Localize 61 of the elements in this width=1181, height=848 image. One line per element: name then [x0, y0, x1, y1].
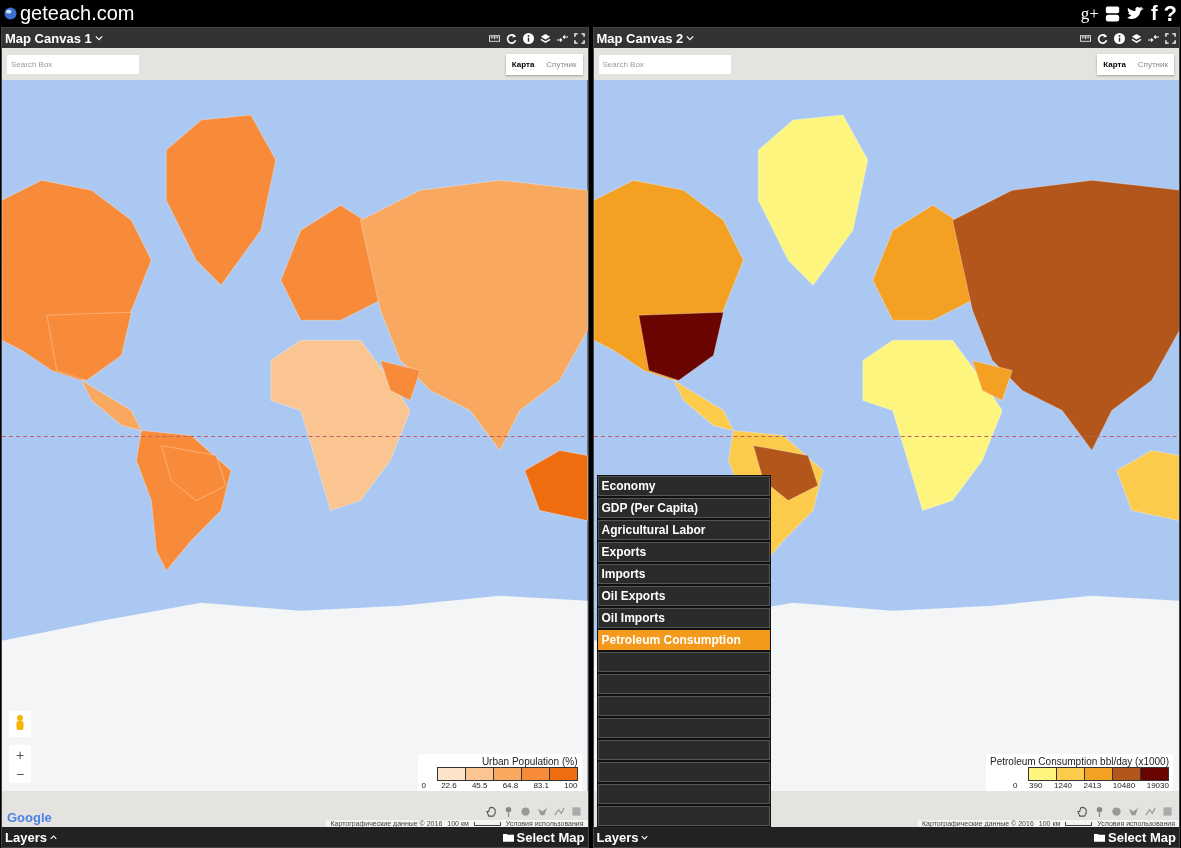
legend-tick-label: 83.1 [533, 781, 549, 790]
legend-tick-label: 0 [421, 781, 426, 790]
compare-arrows-icon[interactable] [556, 32, 568, 44]
map-type-tab[interactable]: Спутник [540, 53, 583, 75]
globe-icon [4, 7, 17, 20]
help-link[interactable]: ? [1163, 0, 1177, 27]
folder-icon [502, 832, 514, 842]
legend-tick-label: 0 [1013, 781, 1018, 790]
map-type-tab[interactable]: Карта [505, 53, 541, 75]
legend-tick-label: 2413 [1083, 781, 1102, 790]
fullscreen-icon[interactable] [1165, 32, 1176, 44]
legend-tick-label: 64.8 [502, 781, 519, 790]
bird-icon[interactable] [1125, 6, 1145, 21]
map-type-tab[interactable]: Карта [1097, 53, 1132, 75]
legend-title: Urban Population (%) [481, 756, 578, 767]
pin-icon[interactable] [1094, 806, 1105, 817]
layer-menu-item[interactable]: Economy [597, 476, 770, 496]
refresh-icon[interactable] [505, 32, 517, 44]
chevron-down-icon[interactable] [686, 35, 695, 41]
compare-arrows-icon[interactable] [1148, 32, 1159, 44]
refresh-icon[interactable] [1097, 32, 1108, 44]
site-title[interactable]: geteach.com [20, 2, 135, 25]
layers-icon[interactable] [1131, 32, 1142, 44]
map-canvas-title[interactable]: Map Canvas 1 [5, 30, 92, 46]
legend-tick-label: 22.6 [441, 781, 457, 790]
search-field[interactable]: Search Box [7, 54, 139, 74]
fullscreen-icon[interactable] [573, 32, 585, 44]
legend-title: Petroleum Consumption bbl/day (x1000) [990, 756, 1169, 767]
layer-menu-item[interactable]: Agricultural Labor [597, 520, 770, 540]
legend-tick-label: 19030 [1146, 781, 1169, 790]
layers-button[interactable]: Layers [2, 829, 60, 845]
legend-tick-label: 1240 [1054, 781, 1072, 790]
chevron-icon [641, 834, 649, 840]
layer-menu-item[interactable]: Imports [597, 564, 770, 584]
select-map-button[interactable]: Select Map [499, 829, 588, 845]
legend-tick-label: 45.5 [471, 781, 488, 790]
facebook-link[interactable]: f [1150, 2, 1158, 25]
layer-menu-item[interactable]: Oil Imports [597, 608, 770, 628]
legend-tick-label: 10480 [1112, 781, 1136, 790]
layer-menu-item[interactable]: Oil Exports [597, 586, 770, 606]
layers-button[interactable]: Layers [593, 829, 652, 845]
search-field[interactable]: Search Box [598, 54, 731, 74]
google-plus-link[interactable]: g+ [1080, 3, 1099, 24]
legend-tick-label: 390 [1029, 781, 1043, 790]
layer-menu-item[interactable]: GDP (Per Capita) [597, 498, 770, 518]
google-logo: Google [7, 810, 52, 825]
folder-icon [1094, 832, 1106, 842]
scale-bar [1065, 821, 1093, 826]
map-type-tab[interactable]: Спутник [1131, 53, 1174, 75]
info-icon[interactable] [1114, 32, 1125, 44]
chevron-down-icon[interactable] [94, 35, 103, 41]
chevron-icon [49, 834, 57, 840]
ruler-icon[interactable] [488, 32, 500, 44]
select-map-button[interactable]: Select Map [1091, 829, 1179, 845]
layers-icon[interactable] [539, 32, 551, 44]
scale-bar [473, 821, 501, 826]
legend-tick-label: 100 [564, 781, 578, 790]
map-canvas-title[interactable]: Map Canvas 2 [596, 30, 684, 46]
ruler-icon[interactable] [1080, 32, 1091, 44]
info-icon[interactable] [522, 32, 534, 44]
layer-menu-item[interactable]: Exports [597, 542, 770, 562]
